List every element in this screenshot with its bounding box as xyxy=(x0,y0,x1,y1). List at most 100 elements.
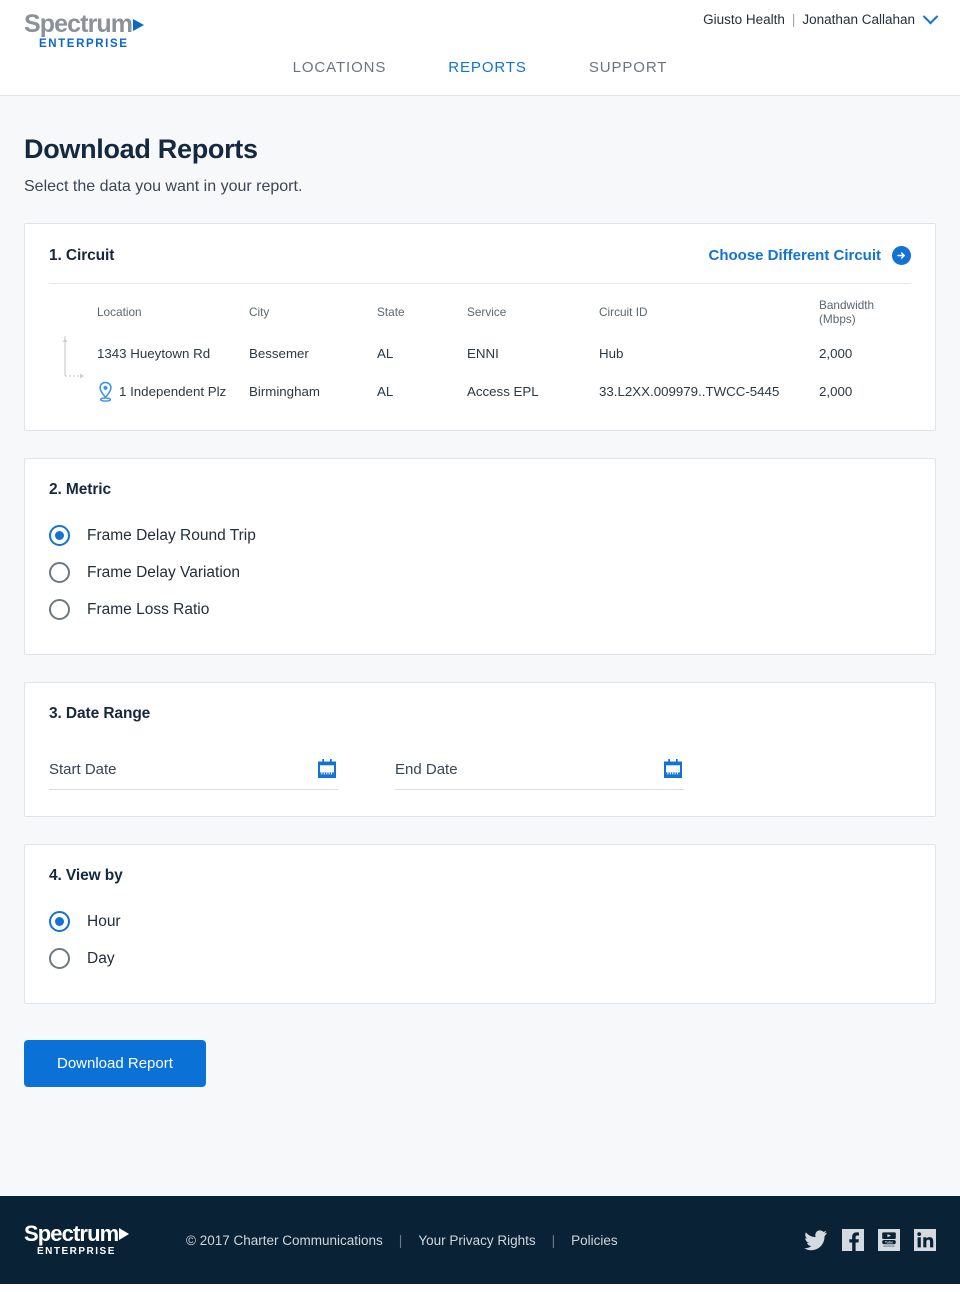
arrow-right-circle-icon xyxy=(892,246,911,265)
radio-option-frame-delay-round-trip[interactable]: Frame Delay Round Trip xyxy=(49,517,911,554)
svg-text:Tube: Tube xyxy=(885,1240,893,1244)
column-header-service: Service xyxy=(467,305,507,319)
chevron-down-icon[interactable] xyxy=(922,8,939,25)
radio-option-frame-loss-ratio[interactable]: Frame Loss Ratio xyxy=(49,591,911,628)
circuit-card-header: 1. Circuit Choose Different Circuit xyxy=(25,224,935,283)
table-row[interactable]: 1343 Hueytown Rd Bessemer AL ENNI Hub 2,… xyxy=(49,336,911,371)
cell-circuit-id: Hub xyxy=(599,346,624,361)
calendar-icon[interactable] xyxy=(664,759,682,778)
start-date-placeholder: Start Date xyxy=(49,761,117,778)
account-menu[interactable]: Giusto Health | Jonathan Callahan xyxy=(703,8,939,27)
cell-bandwidth: 2,000 xyxy=(819,384,853,399)
spectrum-enterprise-logo[interactable]: Spectrum ENTERPRISE xyxy=(24,12,164,50)
cell-city: Bessemer xyxy=(249,346,309,361)
metric-card: 2. Metric Frame Delay Round Trip Frame D… xyxy=(24,458,936,655)
start-date-input[interactable]: Start Date xyxy=(49,759,338,790)
end-date-input[interactable]: End Date xyxy=(395,759,684,790)
footer-logo-subtext: ENTERPRISE xyxy=(37,1246,116,1257)
footer-link-privacy[interactable]: Your Privacy Rights xyxy=(418,1233,535,1248)
cell-circuit-id: 33.L2XX.009979..TWCC-5445 xyxy=(599,384,780,399)
date-range-fields: Start Date End Date xyxy=(25,741,935,816)
calendar-icon[interactable] xyxy=(318,759,336,778)
logo-subtext: ENTERPRISE xyxy=(39,38,129,50)
view-by-card: 4. View by Hour Day xyxy=(24,844,936,1004)
metric-options: Frame Delay Round Trip Frame Delay Varia… xyxy=(25,517,935,654)
cell-location: 1343 Hueytown Rd xyxy=(49,336,249,371)
column-header-bandwidth: Bandwidth (Mbps) xyxy=(819,298,875,326)
nav-item-locations[interactable]: LOCATIONS xyxy=(262,58,418,78)
nav-item-support[interactable]: SUPPORT xyxy=(558,58,699,78)
linkedin-icon[interactable] xyxy=(914,1229,936,1251)
page-title: Download Reports xyxy=(24,134,258,164)
table-row[interactable]: 1 Independent Plz Birmingham AL Access E… xyxy=(49,371,911,412)
column-header-state: State xyxy=(377,305,405,319)
radio-button[interactable] xyxy=(49,599,70,620)
page-footer: Spectrum ENTERPRISE © 2017 Charter Commu… xyxy=(0,1196,960,1284)
column-header-circuit-id: Circuit ID xyxy=(599,305,648,319)
date-range-card: 3. Date Range Start Date End Date xyxy=(24,682,936,817)
map-pin-icon xyxy=(99,381,112,402)
radio-option-frame-delay-variation[interactable]: Frame Delay Variation xyxy=(49,554,911,591)
choose-different-circuit-label: Choose Different Circuit xyxy=(708,247,881,264)
account-user-label: Jonathan Callahan xyxy=(802,12,915,27)
column-header-location: Location xyxy=(97,305,142,319)
footer-copyright: © 2017 Charter Communications xyxy=(186,1232,383,1248)
radio-button[interactable] xyxy=(49,948,70,969)
cell-city: Birmingham xyxy=(249,384,320,399)
account-org-label: Giusto Health xyxy=(703,12,785,27)
circuit-table-area: Location City State Service Circuit ID B… xyxy=(25,284,935,430)
cell-state: AL xyxy=(377,384,394,399)
account-separator: | xyxy=(791,12,796,27)
logo-triangle-icon xyxy=(119,1228,130,1240)
page-content: Download Reports Select the data you wan… xyxy=(0,96,960,1196)
download-report-button[interactable]: Download Report xyxy=(24,1040,206,1087)
view-by-options: Hour Day xyxy=(25,903,935,1003)
radio-option-hour[interactable]: Hour xyxy=(49,903,911,940)
footer-link-policies[interactable]: Policies xyxy=(571,1233,618,1248)
date-range-card-header: 3. Date Range xyxy=(25,683,935,741)
logo-wordmark: Spectrum xyxy=(24,12,164,37)
circuit-card: 1. Circuit Choose Different Circuit Loca… xyxy=(24,223,936,431)
view-by-card-header: 4. View by xyxy=(25,845,935,903)
logo-triangle-icon xyxy=(133,19,145,31)
location-label: 1 Independent Plz xyxy=(119,384,227,399)
cell-service: Access EPL xyxy=(467,384,539,399)
radio-button[interactable] xyxy=(49,562,70,583)
nav-item-reports[interactable]: REPORTS xyxy=(417,58,558,78)
radio-button[interactable] xyxy=(49,911,70,932)
view-by-step-title: 4. View by xyxy=(49,867,123,884)
top-bar: Spectrum ENTERPRISE Giusto Health | Jona… xyxy=(0,0,960,58)
footer-separator: | xyxy=(551,1232,556,1248)
column-header-city: City xyxy=(249,305,270,319)
location-label: 1343 Hueytown Rd xyxy=(97,346,211,361)
cell-service: ENNI xyxy=(467,346,499,361)
metric-step-title: 2. Metric xyxy=(49,481,111,498)
cell-bandwidth: 2,000 xyxy=(819,346,853,361)
choose-different-circuit-button[interactable]: Choose Different Circuit xyxy=(708,246,911,265)
radio-label: Day xyxy=(87,949,115,967)
date-range-step-title: 3. Date Range xyxy=(49,705,151,722)
cell-location: 1 Independent Plz xyxy=(49,371,249,412)
footer-logo-wordmark: Spectrum xyxy=(24,1223,146,1245)
metric-card-header: 2. Metric xyxy=(25,459,935,517)
footer-separator: | xyxy=(398,1232,403,1248)
youtube-icon[interactable]: Tube xyxy=(878,1229,900,1251)
end-date-placeholder: End Date xyxy=(395,761,458,778)
footer-logo[interactable]: Spectrum ENTERPRISE xyxy=(24,1223,146,1257)
facebook-icon[interactable] xyxy=(842,1229,864,1251)
radio-label: Frame Delay Round Trip xyxy=(87,526,256,544)
footer-social-links: Tube xyxy=(804,1229,936,1251)
footer-links: © 2017 Charter Communications | Your Pri… xyxy=(186,1233,618,1248)
circuit-step-title: 1. Circuit xyxy=(49,246,115,264)
circuit-table: Location City State Service Circuit ID B… xyxy=(49,284,911,412)
main-navigation: LOCATIONS REPORTS SUPPORT xyxy=(0,58,960,96)
page-subtitle: Select the data you want in your report. xyxy=(24,178,303,195)
radio-button[interactable] xyxy=(49,525,70,546)
circuit-table-header-row: Location City State Service Circuit ID B… xyxy=(49,284,911,336)
radio-option-day[interactable]: Day xyxy=(49,940,911,977)
radio-label: Frame Delay Variation xyxy=(87,563,241,581)
radio-label: Frame Loss Ratio xyxy=(87,600,210,618)
twitter-icon[interactable] xyxy=(804,1229,828,1251)
radio-label: Hour xyxy=(87,912,121,930)
cell-state: AL xyxy=(377,346,394,361)
